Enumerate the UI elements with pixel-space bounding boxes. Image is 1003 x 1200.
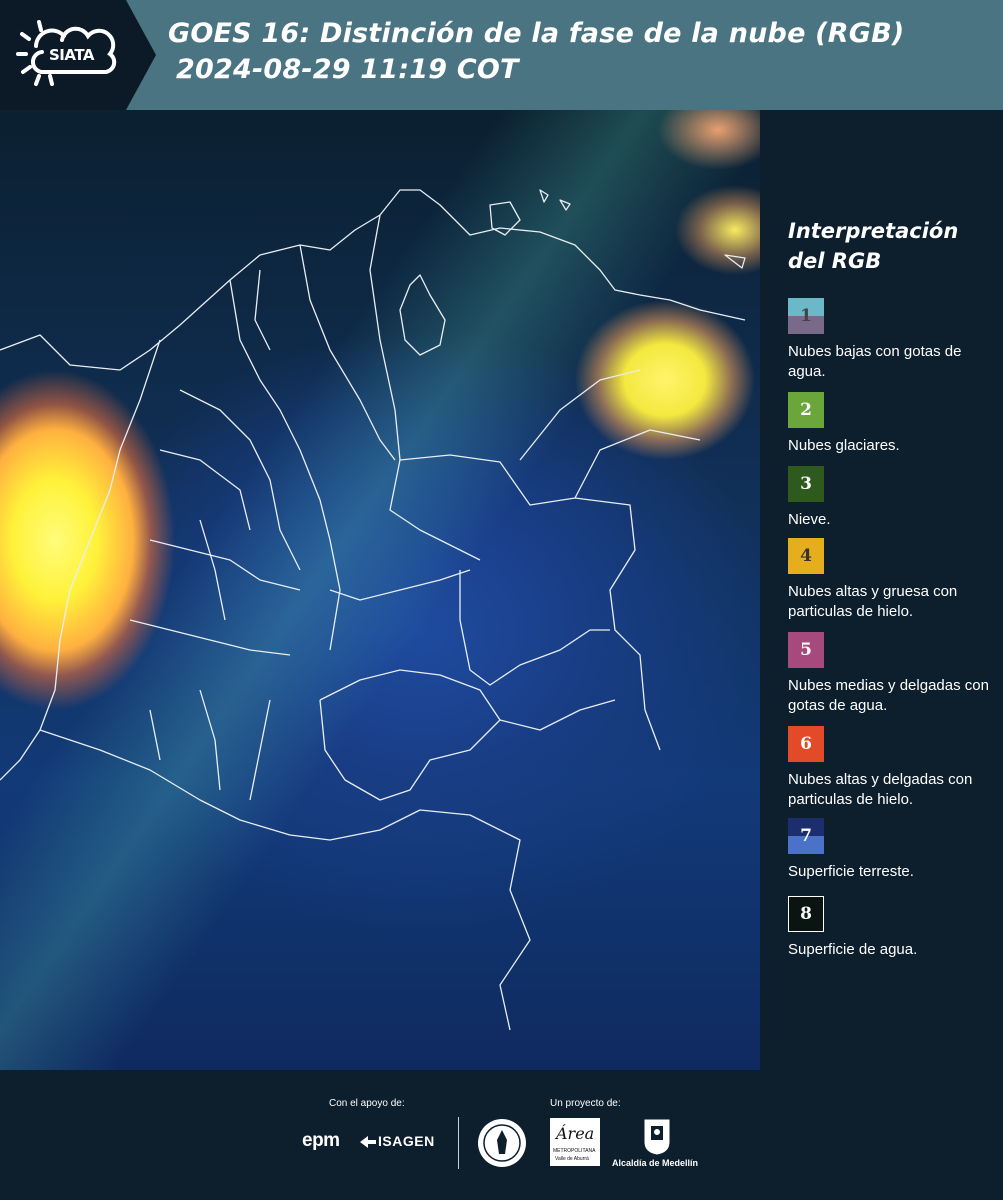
header-bar: SIATA GOES 16: Distinción de la fase de … [0,0,1003,110]
legend-swatch-3: 3 [788,466,824,502]
title-line-1: GOES 16: Distinción de la fase de la nub… [168,18,905,49]
legend-item-4: 4 Nubes altas y gruesa con particulas de … [788,538,998,622]
legend-label-7: Superficie terreste. [788,863,914,880]
legend-label-3: Nieve. [788,511,831,528]
legend-item-3: 3 Nieve. [788,466,998,530]
legend-label-5: Nubes medias y delgadas con gotas de agu… [788,677,989,714]
alcaldia-label: Alcaldía de Medellín [612,1158,699,1168]
footer-divider [458,1117,459,1169]
legend-title-line-2: del RGB [788,249,882,273]
legend-swatch-1: 1 [788,298,824,334]
area-logo-sub2: Valle de Aburrá [555,1156,589,1162]
epm-logo: epm [302,1130,340,1151]
footer: Con el apoyo de: Un proyecto de: epm ISA… [0,1070,1003,1200]
legend-panel: Interpretación del RGB 1 Nubes bajas con … [762,110,1003,1070]
legend-item-2: 2 Nubes glaciares. [788,392,998,456]
isagen-logo: ISAGEN [378,1133,435,1149]
legend-swatch-8: 8 [788,896,824,932]
legend-title-line-1: Interpretación [788,219,959,243]
legend-label-4: Nubes altas y gruesa con particulas de h… [788,583,958,620]
project-label: Un proyecto de: [550,1098,621,1109]
siata-logo-text: SIATA [49,46,95,64]
page-title: GOES 16: Distinción de la fase de la nub… [168,16,904,88]
legend-label-1: Nubes bajas con gotas de agua. [788,343,962,380]
area-metropolitana-logo: Área METROPOLITANA Valle de Aburrá [550,1118,600,1166]
siata-logo: SIATA [0,0,126,110]
legend-item-5: 5 Nubes medias y delgadas con gotas de ag… [788,632,998,716]
legend-item-8: 8 Superficie de agua. [788,896,998,960]
legend-swatch-5: 5 [788,632,824,668]
legend-label-2: Nubes glaciares. [788,437,900,454]
header-arrow [126,0,156,110]
legend-swatch-6: 6 [788,726,824,762]
legend-label-8: Superficie de agua. [788,941,918,958]
legend-swatch-4: 4 [788,538,824,574]
medellin-coat-of-arms-icon [644,1119,670,1155]
satellite-map [0,110,760,1070]
legend-swatch-2: 2 [788,392,824,428]
legend-item-1: 1 Nubes bajas con gotas de agua. [788,298,998,382]
area-logo-sub: METROPOLITANA [553,1148,596,1154]
title-line-2: 2024-08-29 11:19 COT [176,54,519,85]
support-label: Con el apoyo de: [329,1098,405,1109]
legend-item-6: 6 Nubes altas y delgadas con particulas d… [788,726,998,810]
legend-swatch-7: 7 [788,818,824,854]
legend-title: Interpretación del RGB [788,216,958,276]
legend-label-6: Nubes altas y delgadas con particulas de… [788,771,973,808]
map-borders [0,189,746,1031]
legend-item-7: 7 Superficie terreste. [788,818,998,882]
area-logo-text: Área [556,1124,595,1143]
isagen-mark-icon [360,1136,376,1148]
siata-seal-icon [478,1119,526,1167]
